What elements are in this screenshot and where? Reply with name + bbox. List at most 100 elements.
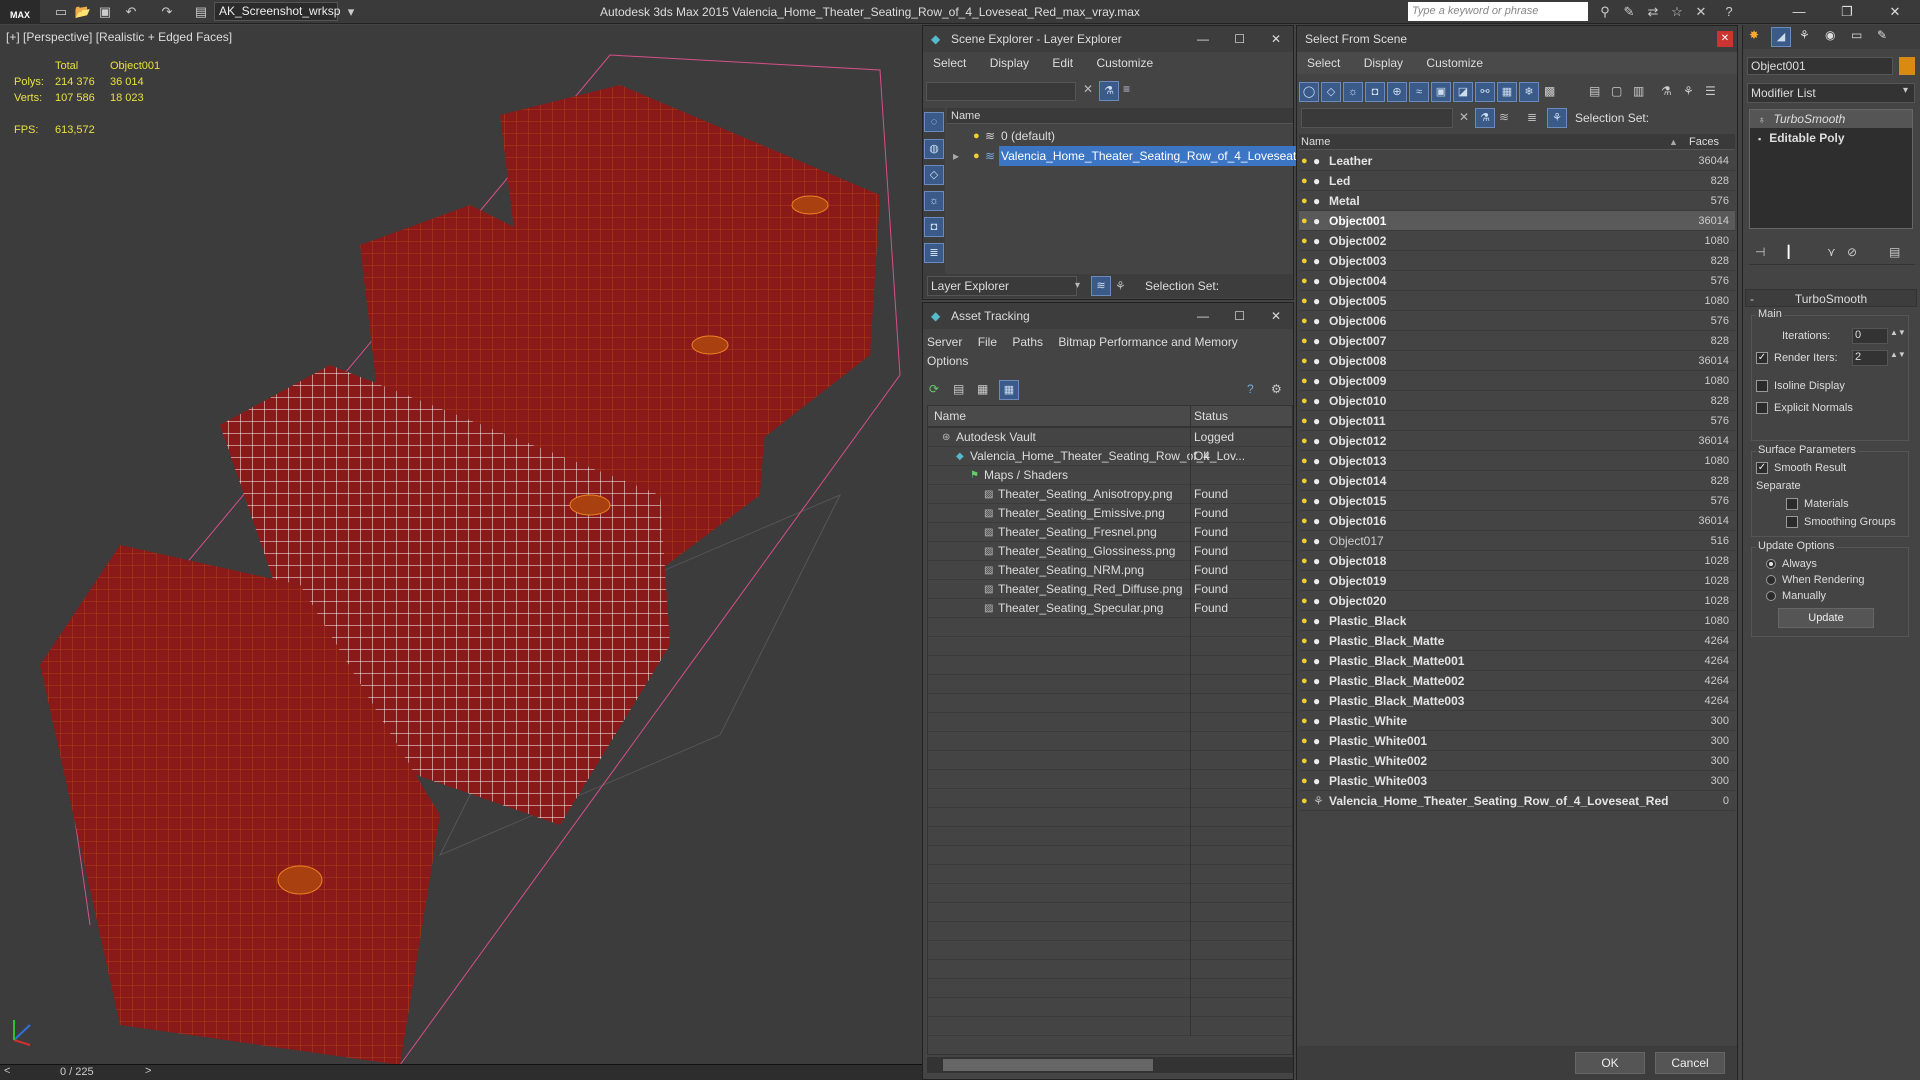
layer-search-input[interactable] [926, 82, 1076, 101]
geometry-filter-icon[interactable]: ◯ [1299, 82, 1319, 102]
lightbulb-icon[interactable]: ● [1301, 671, 1308, 691]
expand-icon[interactable]: ▸ [953, 146, 959, 166]
menu-display[interactable]: Display [990, 56, 1029, 70]
hierarchy-toggle-icon[interactable]: ⚘ [1547, 108, 1567, 128]
viewport-label[interactable]: [+] [Perspective] [Realistic + Edged Fac… [6, 30, 232, 44]
display-none-icon[interactable]: ◌ [924, 112, 944, 132]
geometry-icon[interactable]: ◍ [924, 139, 944, 159]
menu-file[interactable]: File [978, 335, 997, 349]
lightbulb-icon[interactable]: ● [1301, 651, 1308, 671]
help-icon[interactable]: ? [1247, 382, 1254, 396]
layer-row[interactable]: ● ≋ 0 (default) [947, 126, 1293, 146]
refresh-icon[interactable]: ⟳ [929, 382, 939, 396]
lightbulb-icon[interactable]: ● [1301, 251, 1308, 271]
show-end-result-icon[interactable]: ┃ [1785, 245, 1792, 259]
scene-object-row[interactable]: ● ● Object009 1080 [1299, 371, 1735, 391]
col-name[interactable]: Name [1301, 134, 1330, 150]
scene-object-row[interactable]: ● ● Object013 1080 [1299, 451, 1735, 471]
workspace-dropdown[interactable]: AK_Screenshot_wrksp [214, 2, 340, 21]
stack-item-editable-poly[interactable]: ▪ Editable Poly [1750, 128, 1912, 148]
motion-tab-icon[interactable]: ◉ [1825, 28, 1835, 42]
invert-selection-icon[interactable]: ▥ [1633, 84, 1644, 98]
close-x-icon[interactable]: ✕ [1692, 3, 1710, 21]
lightbulb-icon[interactable]: ● [1301, 151, 1308, 171]
lightbulb-icon[interactable]: ● [1301, 551, 1308, 571]
scene-object-row[interactable]: ● ● Object014 828 [1299, 471, 1735, 491]
scene-object-row[interactable]: ● ● Object018 1028 [1299, 551, 1735, 571]
asset-row[interactable]: ▨ Theater_Seating_NRM.png Found [928, 561, 1292, 580]
scene-object-row[interactable]: ● ● Object011 576 [1299, 411, 1735, 431]
sort-icon[interactable]: ☰ [1705, 84, 1716, 98]
object-color-swatch[interactable] [1899, 57, 1915, 75]
binoculars-icon[interactable]: ⚲ [1596, 3, 1614, 21]
menu-customize[interactable]: Customize [1426, 56, 1483, 70]
when-rendering-radio[interactable]: When Rendering [1766, 574, 1865, 586]
isoline-toggle[interactable]: Isoline Display [1756, 380, 1845, 393]
modifier-list-dropdown[interactable]: Modifier List [1747, 83, 1915, 103]
lightbulb-icon[interactable]: ● [1301, 751, 1308, 771]
asset-row[interactable]: ▨ Theater_Seating_Glossiness.png Found [928, 542, 1292, 561]
close-button[interactable]: ✕ [1271, 26, 1281, 52]
lightbulb-icon[interactable]: ● [973, 126, 980, 146]
close-button[interactable]: ✕ [1271, 303, 1281, 329]
minimize-button[interactable]: — [1782, 0, 1816, 24]
containers-filter-icon[interactable]: ▦ [1497, 82, 1517, 102]
sfs-search-input[interactable] [1301, 108, 1453, 128]
turbosmooth-rollout-header[interactable]: TurboSmooth - [1745, 289, 1917, 307]
lightbulb-icon[interactable]: ● [1301, 451, 1308, 471]
chevron-down-icon[interactable]: ▾ [342, 3, 360, 21]
scene-object-row[interactable]: ● ● Object007 828 [1299, 331, 1735, 351]
lightbulb-icon[interactable]: ● [1301, 391, 1308, 411]
scene-object-row[interactable]: ● ● Object002 1080 [1299, 231, 1735, 251]
exchange-icon[interactable]: ⇄ [1644, 3, 1662, 21]
maximize-button[interactable]: ☐ [1234, 26, 1245, 52]
scene-object-row[interactable]: ● ● Plastic_White003 300 [1299, 771, 1735, 791]
radio-selected-icon[interactable] [1766, 559, 1776, 570]
scene-object-row[interactable]: ● ● Plastic_White002 300 [1299, 751, 1735, 771]
lightbulb-icon[interactable]: ● [1301, 351, 1308, 371]
app-logo[interactable]: MAX [0, 0, 40, 24]
lightbulb-icon[interactable]: ● [1301, 591, 1308, 611]
lightbulb-icon[interactable]: ● [1301, 611, 1308, 631]
lightbulb-icon[interactable]: ● [1301, 271, 1308, 291]
cameras-filter-icon[interactable]: ◘ [1365, 82, 1385, 102]
render-iters-spinner[interactable]: 2 [1852, 350, 1888, 366]
radio-icon[interactable] [1766, 591, 1776, 602]
select-all-icon[interactable]: ▤ [1589, 84, 1600, 98]
time-slider[interactable]: < 0 / 225 > [0, 1064, 922, 1080]
make-unique-icon[interactable]: ⋎ [1827, 245, 1836, 259]
helpers-filter-icon[interactable]: ⊕ [1387, 82, 1407, 102]
smooth-result-toggle[interactable]: ✓ Smooth Result [1756, 462, 1846, 475]
undo-icon[interactable]: ↶ [122, 3, 140, 21]
lightbulb-icon[interactable]: ● [1301, 291, 1308, 311]
filter-active-icon[interactable]: ⚗ [1475, 108, 1495, 128]
lightbulb-icon[interactable]: ● [1301, 491, 1308, 511]
scene-object-row[interactable]: ● ● Plastic_Black_Matte001 4264 [1299, 651, 1735, 671]
spinner-arrows-icon[interactable]: ▲▼ [1890, 350, 1906, 359]
frozen-filter-icon[interactable]: ❄ [1519, 82, 1539, 102]
lightbulb-icon[interactable]: ● [1301, 411, 1308, 431]
asset-row[interactable]: ◆ Valencia_Home_Theater_Seating_Row_of_4_… [928, 447, 1292, 466]
lightbulb-icon[interactable]: ● [1301, 231, 1308, 251]
asset-row[interactable]: ▨ Theater_Seating_Anisotropy.png Found [928, 485, 1292, 504]
ok-button[interactable]: OK [1575, 1052, 1645, 1074]
iterations-spinner[interactable]: 0 [1852, 328, 1888, 344]
checkbox-icon[interactable] [1786, 498, 1798, 511]
scene-object-row[interactable]: ● ● Object015 576 [1299, 491, 1735, 511]
asset-row[interactable]: ▨ Theater_Seating_Red_Diffuse.png Found [928, 580, 1292, 599]
clear-icon[interactable]: ✕ [1459, 110, 1469, 124]
table-view-icon[interactable]: ▦ [999, 380, 1019, 400]
scene-object-row[interactable]: ● ● Plastic_Black_Matte003 4264 [1299, 691, 1735, 711]
layers-toggle-icon[interactable]: ≣ [1527, 110, 1537, 124]
layer-toggle-icon[interactable]: ≋ [1091, 276, 1111, 296]
asset-row[interactable]: ▨ Theater_Seating_Specular.png Found [928, 599, 1292, 618]
menu-customize[interactable]: Customize [1096, 56, 1153, 70]
lightbulb-icon[interactable]: ● [1301, 371, 1308, 391]
help-icon[interactable]: ? [1720, 3, 1738, 21]
asset-row[interactable]: ▨ Theater_Seating_Fresnel.png Found [928, 523, 1292, 542]
scrollbar-thumb[interactable] [943, 1059, 1153, 1071]
restore-button[interactable]: ❐ [1830, 0, 1864, 24]
layers-icon[interactable]: ≋ [1499, 110, 1509, 124]
scene-object-row[interactable]: ● ● Plastic_Black_Matte002 4264 [1299, 671, 1735, 691]
cameras-icon[interactable]: ◘ [924, 217, 944, 237]
